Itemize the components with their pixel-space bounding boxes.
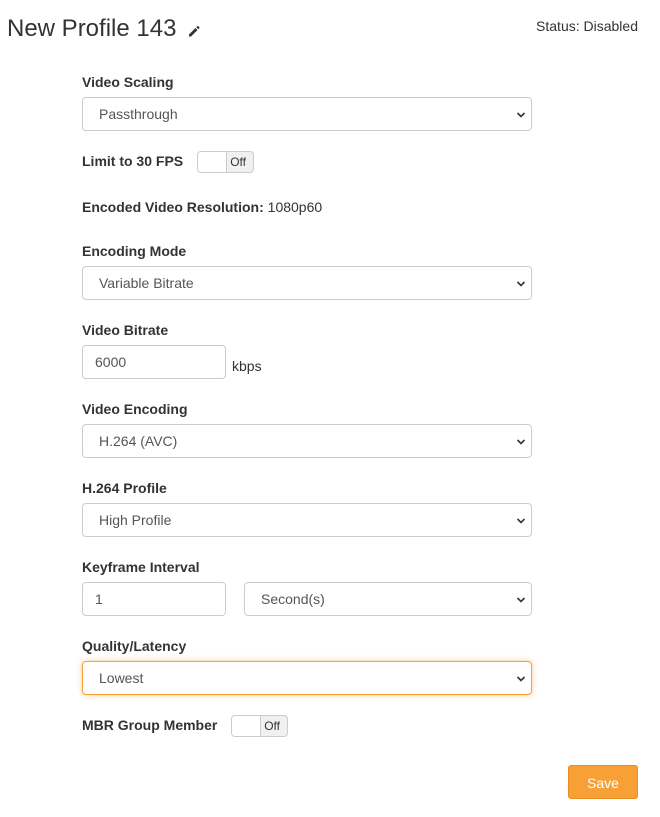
chevron-down-icon [516,281,526,287]
keyframe-unit-select[interactable]: Second(s) [244,582,532,616]
video-scaling-select[interactable]: Passthrough [82,97,532,131]
video-bitrate-label: Video Bitrate [82,322,169,338]
page-title: New Profile 143 [7,15,177,42]
mbr-group-toggle[interactable]: Off [231,715,288,737]
chevron-down-icon [516,597,526,603]
pencil-icon[interactable] [187,24,201,38]
save-button[interactable]: Save [568,765,638,799]
toggle-state: Off [230,155,246,169]
toggle-knob [232,716,261,736]
keyframe-interval-input[interactable]: 1 [82,582,226,616]
limit-30fps-toggle[interactable]: Off [197,151,254,173]
encoded-resolution-label: Encoded Video Resolution: [82,199,264,215]
keyframe-unit-value: Second(s) [261,591,325,607]
chevron-down-icon [516,518,526,524]
h264-profile-select[interactable]: High Profile [82,503,532,537]
quality-latency-value: Lowest [99,670,144,686]
chevron-down-icon [516,439,526,445]
encoding-mode-select[interactable]: Variable Bitrate [82,266,532,300]
video-encoding-label: Video Encoding [82,401,188,417]
limit-30fps-label: Limit to 30 FPS [82,153,184,169]
h264-profile-label: H.264 Profile [82,480,167,496]
h264-profile-value: High Profile [99,512,172,528]
profile-header: New Profile 143 [7,14,201,44]
status-text: Status: Disabled [536,18,638,34]
video-scaling-label: Video Scaling [82,74,174,90]
chevron-down-icon [516,676,526,682]
video-encoding-value: H.264 (AVC) [99,433,178,449]
chevron-down-icon [516,112,526,118]
video-scaling-value: Passthrough [99,106,178,122]
toggle-state: Off [264,719,280,733]
quality-latency-select[interactable]: Lowest [82,661,532,695]
encoding-mode-label: Encoding Mode [82,243,187,259]
mbr-group-label: MBR Group Member [82,717,218,733]
encoded-resolution-value: 1080p60 [267,199,323,215]
encoded-resolution-row: Encoded Video Resolution: 1080p60 [82,199,322,215]
video-bitrate-input[interactable]: 6000 [82,345,226,379]
keyframe-interval-label: Keyframe Interval [82,559,200,575]
quality-latency-label: Quality/Latency [82,638,187,654]
video-encoding-select[interactable]: H.264 (AVC) [82,424,532,458]
toggle-knob [198,152,227,172]
bitrate-unit: kbps [232,358,262,374]
encoding-mode-value: Variable Bitrate [99,275,194,291]
profile-editor: New Profile 143 Status: Disabled Video S… [0,0,660,817]
